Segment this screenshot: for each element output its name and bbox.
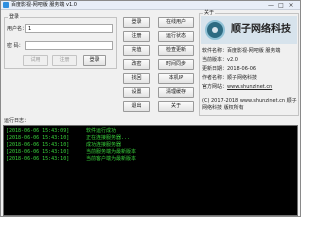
website-link[interactable]: www.shunzinet.cn	[227, 84, 272, 90]
username-label: 用户名：	[7, 26, 28, 32]
website-row: 官方网站：www.shunzinet.cn	[202, 84, 272, 90]
log-label: 运行日志：	[4, 118, 30, 124]
register-action-button[interactable]: 注册	[123, 31, 150, 42]
local-ip-button[interactable]: 本机IP	[158, 73, 194, 84]
version-text: 当前版本：v2.0	[202, 57, 238, 63]
app-icon	[3, 2, 9, 8]
copyright-line-1: (C) 2017-2018 www.shunzinet.cn 顺子	[202, 98, 297, 104]
update-date-text: 更新日期：2018-06-06	[202, 66, 257, 72]
run-status-button[interactable]: 运行状态	[158, 31, 194, 42]
exit-button[interactable]: 退出	[123, 101, 150, 112]
log-timestamp: [2018-06-06 15:43:10]	[6, 135, 70, 141]
clear-cache-button[interactable]: 清理缓存	[158, 87, 194, 98]
recharge-button[interactable]: 充值	[123, 45, 150, 56]
log-message: 软件运行成功	[86, 128, 117, 134]
log-timestamp: [2018-06-06 15:43:10]	[6, 149, 70, 155]
close-button[interactable]: ×	[287, 2, 295, 9]
log-entry: [2018-06-06 15:43:10] 正在连接服务器...	[6, 135, 130, 141]
maximize-button[interactable]: □	[277, 2, 285, 9]
about-button[interactable]: 关于	[158, 101, 194, 112]
password-input[interactable]	[26, 42, 112, 49]
trial-button[interactable]: 试用	[23, 55, 48, 66]
log-entry: [2018-06-06 15:43:09] 软件运行成功	[6, 128, 116, 134]
login-action-button[interactable]: 登录	[123, 17, 150, 28]
password-field[interactable]	[25, 41, 113, 50]
change-password-button[interactable]: 改密	[123, 59, 150, 70]
copyright-line-2: 网络科技 版权所有	[202, 105, 244, 111]
gear-logo-icon	[205, 20, 225, 40]
check-update-button[interactable]: 检查更新	[158, 45, 194, 56]
log-console[interactable]: [2018-06-06 15:43:09] 软件运行成功 [2018-06-06 …	[3, 125, 298, 216]
log-timestamp: [2018-06-06 15:43:09]	[6, 128, 70, 134]
time-sync-button[interactable]: 时间同步	[158, 59, 194, 70]
log-message: 正在连接服务器...	[86, 135, 131, 141]
log-timestamp: [2018-06-06 15:43:10]	[6, 156, 70, 162]
website-label: 官方网站：	[202, 84, 228, 90]
login-button[interactable]: 登录	[83, 55, 106, 66]
log-message: 成功连接服务器	[86, 142, 122, 148]
settings-button[interactable]: 设置	[123, 87, 150, 98]
username-input[interactable]	[26, 25, 112, 32]
online-users-button[interactable]: 在线用户	[158, 17, 194, 28]
username-field[interactable]	[25, 24, 113, 33]
log-message: 当前客户端为最新版本	[86, 156, 137, 162]
log-entry: [2018-06-06 15:43:10] 当前客户端为最新版本	[6, 156, 136, 162]
recover-password-button[interactable]: 找回	[123, 73, 150, 84]
log-entry: [2018-06-06 15:43:10] 当前服务端为最新版本	[6, 149, 136, 155]
register-button[interactable]: 注册	[52, 55, 77, 66]
company-logo: 顺子网络科技	[201, 16, 297, 44]
login-group-label: 登录	[8, 14, 21, 20]
title-bar[interactable]: 百度影视-网吧版 服务端 v1.0 — □ ×	[1, 1, 300, 10]
app-window: 百度影视-网吧版 服务端 v1.0 — □ × 登录 用户名： 密 码： 试用 …	[0, 0, 301, 217]
log-entry: [2018-06-06 15:43:10] 成功连接服务器	[6, 142, 121, 148]
log-message: 当前服务端为最新版本	[86, 149, 137, 155]
software-name-text: 软件名称：百度影视-网吧版 服务端	[202, 48, 281, 54]
logo-text: 顺子网络科技	[231, 24, 291, 35]
log-timestamp: [2018-06-06 15:43:10]	[6, 142, 70, 148]
password-label: 密 码：	[7, 43, 24, 49]
minimize-button[interactable]: —	[267, 2, 275, 9]
window-title: 百度影视-网吧版 服务端 v1.0	[11, 2, 77, 8]
author-text: 作者名称：顺子网络科技	[202, 75, 258, 81]
